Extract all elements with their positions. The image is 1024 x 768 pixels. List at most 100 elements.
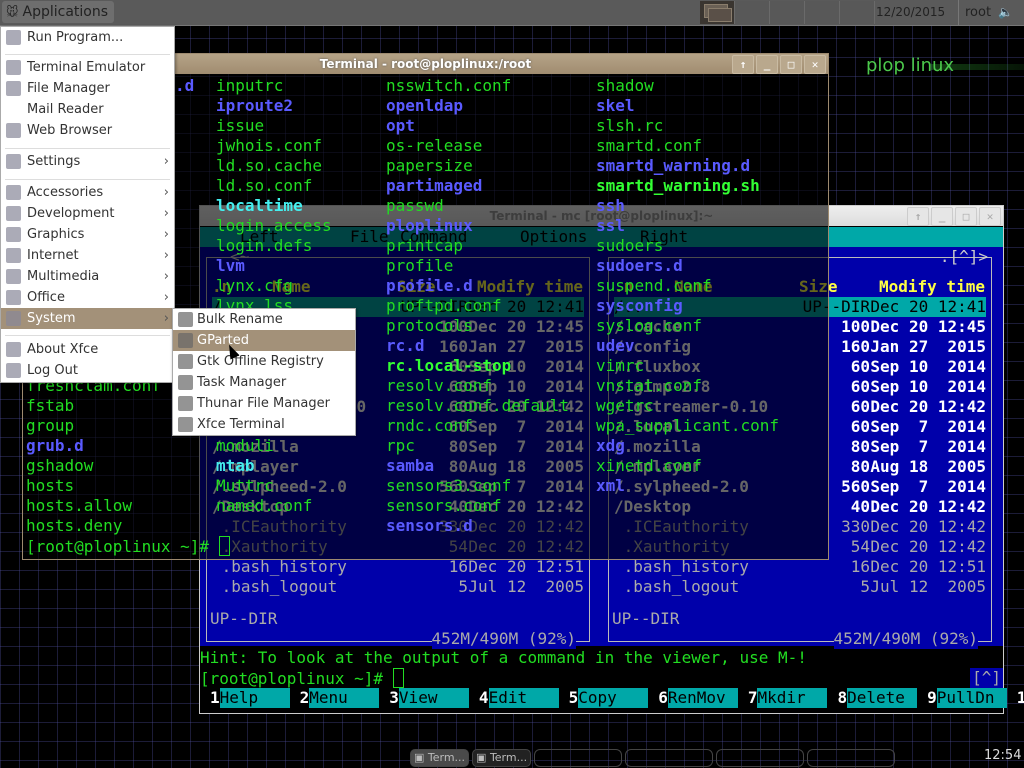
file-mtime: Dec 20 12:42 — [870, 497, 986, 516]
taskbar-button-terminal-1[interactable]: ▣ Term... — [410, 749, 470, 767]
close-button[interactable]: ✕ — [804, 55, 826, 74]
close-button[interactable]: ✕ — [979, 207, 1001, 226]
menu-item-run-program[interactable]: Run Program... — [1, 27, 174, 48]
workspace-3[interactable] — [770, 1, 805, 24]
volume-icon[interactable]: 🔈 — [998, 5, 1014, 19]
file-entry: printcap — [386, 236, 464, 255]
logout-icon — [6, 363, 21, 378]
file-manager-icon — [6, 81, 21, 96]
file-entry: xdg — [596, 436, 625, 455]
file-size: 80 — [850, 457, 870, 476]
minimize-button[interactable]: _ — [756, 55, 778, 74]
submenu-item-gtk-offline-registry[interactable]: Gtk Offline Registry — [173, 351, 355, 372]
file-row[interactable]: .bash_logout 5 Jul 12 2005 — [212, 577, 584, 597]
file-entry: shadow — [596, 76, 654, 95]
left-panel-disk: 452M/490M (92%) — [431, 629, 576, 649]
file-row[interactable]: .bash_history 16 Dec 20 12:51 — [614, 557, 986, 577]
applications-menu-button[interactable]: 🐭 Applications — [2, 1, 115, 23]
file-size: 60 — [850, 377, 870, 396]
menu-item-settings[interactable]: Settings › — [1, 151, 174, 172]
fkey-quit[interactable]: 10Quit — [1007, 688, 1024, 708]
file-entry: smartd_warning.sh — [596, 176, 760, 195]
submenu-item-gparted[interactable]: GParted — [173, 330, 355, 351]
fkey-copy[interactable]: 5 Copy — [559, 688, 649, 708]
file-mtime: Sep 10 2014 — [870, 377, 986, 396]
menu-item-office[interactable]: Office › — [1, 287, 174, 308]
menu-item-label: File Manager — [27, 81, 110, 96]
mc-command-line[interactable]: [root@ploplinux ~]# — [200, 668, 404, 689]
file-mtime: Jul 12 2005 — [870, 577, 986, 596]
shade-button[interactable]: ↑ — [732, 55, 754, 74]
file-name: .bash_history — [614, 557, 749, 576]
fkey-renmov[interactable]: 6 RenMov — [648, 688, 738, 708]
chevron-right-icon: › — [163, 248, 169, 263]
menu-item-about-xfce[interactable]: About Xfce — [1, 339, 174, 360]
header-mtime[interactable]: Modify time — [879, 277, 985, 297]
menu-item-web-browser[interactable]: Web Browser — [1, 120, 174, 141]
fkey-edit[interactable]: 4 Edit — [469, 688, 559, 708]
menu-item-mail-reader[interactable]: Mail Reader — [1, 99, 174, 120]
submenu-item-bulk-rename[interactable]: Bulk Rename — [173, 309, 355, 330]
submenu-item-xfce-terminal[interactable]: Xfce Terminal — [173, 414, 355, 435]
menu-item-graphics[interactable]: Graphics › — [1, 224, 174, 245]
fkey-mkdir[interactable]: 7 Mkdir — [738, 688, 828, 708]
menu-item-development[interactable]: Development › — [1, 203, 174, 224]
fkey-menu[interactable]: 2 Menu — [290, 688, 380, 708]
file-name: .bash_logout — [212, 577, 338, 596]
file-entry: ploplinux — [386, 216, 473, 235]
file-entry: suspend.conf — [596, 276, 712, 295]
mc-updir-button[interactable]: [^] — [970, 668, 1003, 688]
file-entry: jwhois.conf — [216, 136, 322, 155]
maximize-button[interactable]: □ — [780, 55, 802, 74]
workspace-2[interactable] — [735, 1, 770, 24]
file-entry: udev — [596, 336, 635, 355]
file-entry: rc.local-stop — [386, 356, 512, 375]
graphics-icon — [6, 227, 21, 242]
menu-item-multimedia[interactable]: Multimedia › — [1, 266, 174, 287]
file-mtime: Sep 10 2014 — [870, 357, 986, 376]
file-entry: lynx.cfg — [216, 276, 294, 295]
fkey-help[interactable]: 1 Help — [200, 688, 290, 708]
file-entry: iproute2 — [216, 96, 294, 115]
shade-button[interactable]: ↑ — [907, 207, 929, 226]
file-entry: ld.so.cache — [216, 156, 322, 175]
terminal-icon: ▣ — [414, 751, 428, 764]
menu-item-file-manager[interactable]: File Manager — [1, 78, 174, 99]
minimize-button[interactable]: _ — [931, 207, 953, 226]
taskbar-button-terminal-2[interactable]: ▣ Term... — [472, 749, 532, 767]
fkey-label: Delete — [847, 688, 918, 708]
menu-item-terminal-emulator[interactable]: Terminal Emulator — [1, 57, 174, 78]
prompt-text: [root@ploplinux ~]# — [26, 537, 219, 556]
file-entry: passwd — [386, 196, 444, 215]
bulk-rename-icon — [178, 312, 193, 327]
panel-user[interactable]: root — [958, 0, 991, 25]
file-mtime: Sep 7 2014 — [870, 417, 986, 436]
file-entry: hosts — [26, 476, 75, 495]
workspace-4[interactable] — [805, 1, 840, 24]
menu-item-accessories[interactable]: Accessories › — [1, 182, 174, 203]
terminal-prompt[interactable]: [root@ploplinux ~]# — [26, 536, 230, 557]
file-entry: named.conf — [216, 496, 313, 515]
submenu-item-thunar-file-manager[interactable]: Thunar File Manager — [173, 393, 355, 414]
file-entry: samba — [386, 456, 435, 475]
file-entry: proftpd.conf — [386, 296, 502, 315]
submenu-item-task-manager[interactable]: Task Manager — [173, 372, 355, 393]
menu-item-system[interactable]: System › — [1, 308, 174, 329]
menu-item-log-out[interactable]: Log Out — [1, 360, 174, 381]
fkey-delete[interactable]: 8 Delete — [827, 688, 918, 708]
file-entry: profile — [386, 256, 454, 275]
file-row[interactable]: .bash_history 16 Dec 20 12:51 — [212, 557, 584, 577]
file-entry: localtime — [216, 196, 303, 215]
gparted-icon — [178, 333, 193, 348]
menu-item-internet[interactable]: Internet › — [1, 245, 174, 266]
chevron-right-icon: › — [163, 185, 169, 200]
maximize-button[interactable]: □ — [955, 207, 977, 226]
file-mtime: Aug 18 2005 — [870, 457, 986, 476]
workspace-switcher — [700, 1, 875, 24]
fkey-pulldn[interactable]: 9 PullDn — [917, 688, 1007, 708]
workspace-5[interactable] — [840, 1, 875, 24]
workspace-1[interactable] — [700, 1, 735, 24]
file-row[interactable]: .bash_logout 5 Jul 12 2005 — [614, 577, 986, 597]
fkey-view[interactable]: 3 View — [379, 688, 469, 708]
file-size: 60 — [850, 357, 870, 376]
